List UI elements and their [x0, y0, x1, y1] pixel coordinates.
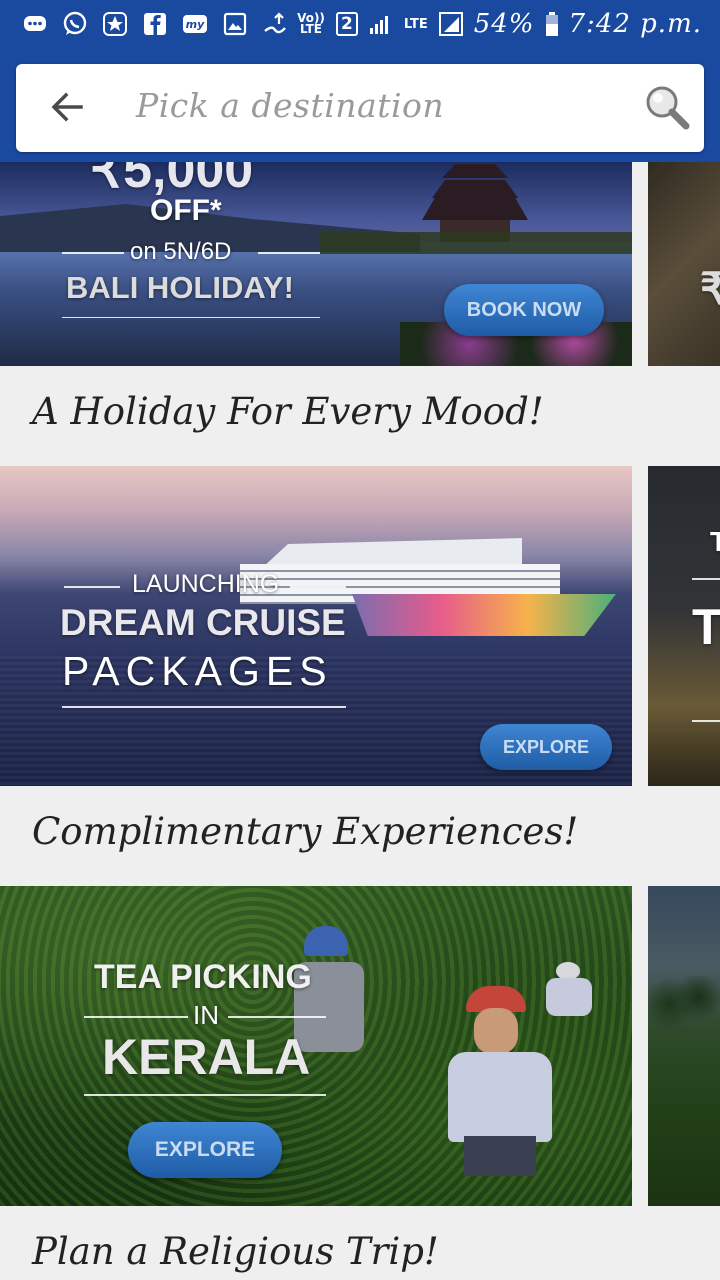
section-title-complimentary: Complimentary Experiences!: [32, 810, 579, 853]
facebook-icon: [142, 11, 168, 37]
app-header: Pick a destination: [0, 48, 720, 162]
bali-holiday-banner[interactable]: ₹5,000 OFF* on 5N/6D BALI HOLIDAY! BOOK …: [0, 162, 632, 366]
upload-icon: [262, 11, 288, 37]
banner-letter: T: [692, 599, 720, 655]
search-bar[interactable]: Pick a destination: [16, 64, 704, 152]
divider: [62, 252, 124, 254]
search-input[interactable]: Pick a destination: [136, 86, 444, 125]
divider: [228, 1016, 326, 1018]
tea-picker-image: [440, 986, 560, 1186]
svg-text:my: my: [186, 18, 205, 31]
my-app-icon: my: [182, 11, 208, 37]
bali-name: BALI HOLIDAY!: [66, 270, 294, 305]
battery-icon: [545, 11, 559, 37]
next-holiday-banner[interactable]: T T: [648, 466, 720, 786]
banner-letter: T: [710, 526, 720, 557]
divider: [64, 586, 120, 588]
shore-image: [320, 232, 632, 254]
whatsapp-icon: [62, 11, 88, 37]
holiday-mood-carousel[interactable]: LAUNCHING DREAM CRUISE PACKAGES EXPLORE …: [0, 466, 720, 786]
status-bar: my Vo)) LTE 2 LTE 54% 7:42 p.m.: [0, 0, 720, 48]
divider: [290, 586, 346, 588]
clock: 7:42 p.m.: [568, 9, 702, 39]
next-experience-banner[interactable]: [648, 886, 720, 1206]
kerala-line3: KERALA: [102, 1029, 311, 1085]
gallery-icon: [222, 11, 248, 37]
battery-percent: 54%: [473, 9, 535, 39]
kerala-line2: IN: [193, 1000, 219, 1030]
kerala-line1: TEA PICKING: [94, 958, 312, 996]
back-arrow-icon: [51, 92, 83, 122]
bali-off: OFF*: [150, 194, 222, 227]
palm-trees-image: [648, 976, 720, 1046]
section-title-religious: Plan a Religious Trip!: [32, 1230, 439, 1273]
content-scroll-area[interactable]: ₹5,000 OFF* on 5N/6D BALI HOLIDAY! BOOK …: [0, 162, 720, 1280]
explore-cruise-button[interactable]: EXPLORE: [480, 724, 612, 770]
complimentary-carousel[interactable]: TEA PICKING IN KERALA EXPLORE: [0, 886, 720, 1206]
kerala-tea-banner[interactable]: TEA PICKING IN KERALA EXPLORE: [0, 886, 632, 1206]
chat-icon: [22, 11, 48, 37]
sim-slot-indicator: 2: [335, 12, 358, 36]
book-now-button[interactable]: BOOK NOW: [444, 284, 604, 336]
divider: [258, 252, 320, 254]
price-symbol: ₹: [700, 265, 720, 314]
cruise-kicker: LAUNCHING: [132, 570, 280, 598]
temple-image: [420, 162, 530, 242]
star-app-icon: [102, 11, 128, 37]
tea-picker-image: [546, 962, 596, 1022]
network-type: LTE: [403, 16, 428, 32]
offers-carousel[interactable]: ₹5,000 OFF* on 5N/6D BALI HOLIDAY! BOOK …: [0, 162, 720, 366]
divider: [692, 578, 720, 580]
back-button[interactable]: [44, 84, 90, 130]
bali-duration: on 5N/6D: [130, 238, 232, 265]
divider: [62, 706, 346, 708]
signal-icon: [368, 11, 394, 37]
next-offer-banner[interactable]: ₹: [648, 162, 720, 366]
volte-indicator: Vo)) LTE: [297, 11, 325, 36]
signal-icon: [438, 11, 464, 37]
divider: [84, 1094, 326, 1096]
dream-cruise-banner[interactable]: LAUNCHING DREAM CRUISE PACKAGES EXPLORE: [0, 466, 632, 786]
explore-kerala-button[interactable]: EXPLORE: [128, 1122, 282, 1178]
section-title-holiday-mood: A Holiday For Every Mood!: [32, 390, 544, 433]
cruise-subtitle: PACKAGES: [62, 648, 333, 694]
divider: [62, 317, 320, 318]
search-icon[interactable]: [642, 82, 692, 132]
divider: [84, 1016, 188, 1018]
cruise-title: DREAM CRUISE: [60, 602, 346, 643]
divider: [692, 720, 720, 722]
